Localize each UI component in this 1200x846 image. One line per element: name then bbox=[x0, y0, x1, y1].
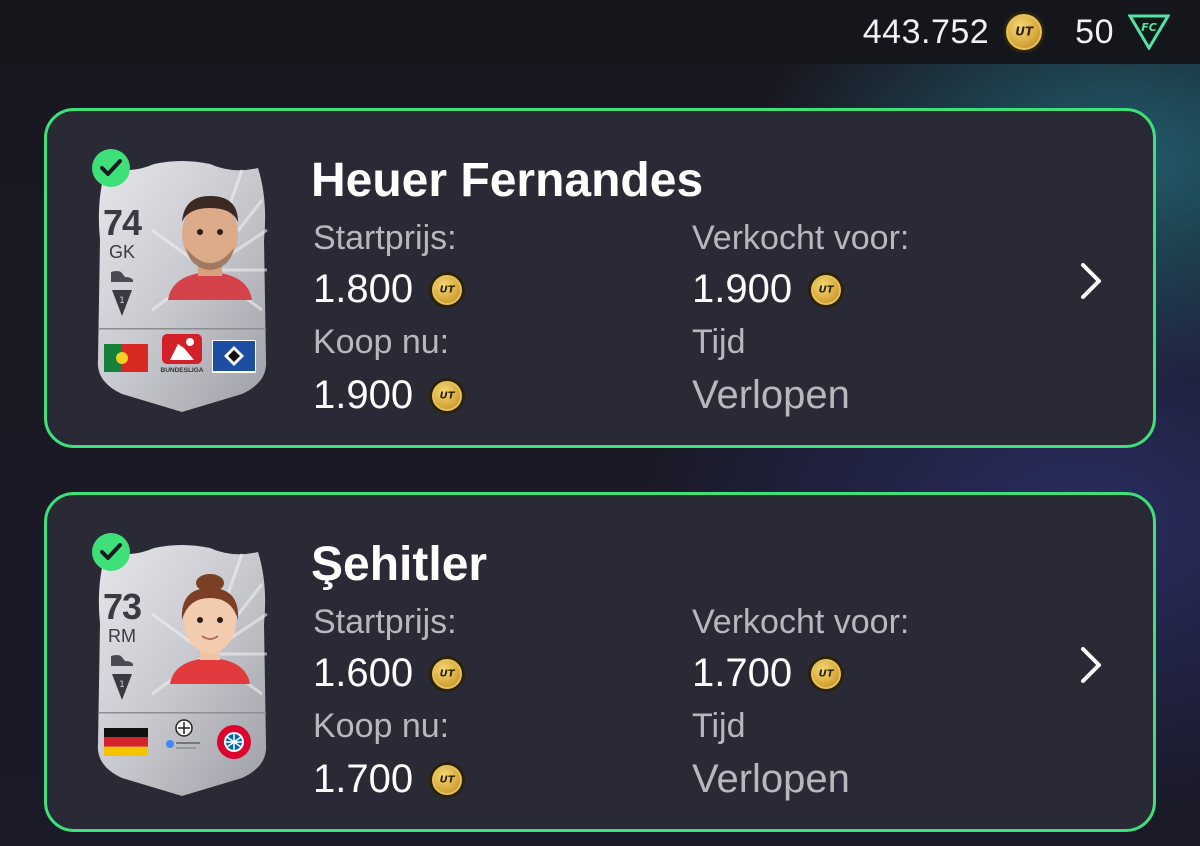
boot-icon bbox=[111, 271, 133, 282]
ut-coin-icon: UT bbox=[808, 655, 845, 692]
buy-now-label: Koop nu: bbox=[313, 323, 450, 361]
player-name: Şehitler bbox=[311, 538, 488, 591]
start-price-value: 1.800 bbox=[313, 267, 414, 311]
player-photo bbox=[170, 574, 250, 684]
player-photo bbox=[168, 196, 252, 300]
start-price: 1.800 UT bbox=[313, 267, 466, 312]
buy-now-label: Koop nu: bbox=[313, 707, 450, 745]
bundesliga-logo-icon: BUNDESLIGA bbox=[161, 334, 204, 374]
ut-coin-icon: UT bbox=[429, 271, 466, 308]
player-name: Heuer Fernandes bbox=[311, 154, 704, 207]
chevron-right-icon[interactable] bbox=[1077, 261, 1105, 301]
bayern-munich-club-icon bbox=[217, 725, 251, 759]
top-bar: 443.752 UT 50 FC bbox=[0, 0, 1200, 64]
ut-coin-icon: UT bbox=[808, 271, 845, 308]
player-rating: 74 bbox=[102, 202, 142, 243]
flag-portugal-icon bbox=[104, 344, 148, 372]
svg-text:BUNDESLIGA: BUNDESLIGA bbox=[161, 367, 204, 374]
points-balance: 50 bbox=[1075, 12, 1114, 51]
sold-for-price: 1.700 UT bbox=[692, 651, 845, 696]
time-status: Verlopen bbox=[692, 757, 850, 801]
player-position: RM bbox=[108, 626, 136, 646]
transfer-listing[interactable]: 73 RM 1 Şehitler Startprijs: 1.600 UT Ko… bbox=[44, 492, 1156, 832]
time-label: Tijd bbox=[692, 323, 746, 361]
sold-for-label: Verkocht voor: bbox=[692, 603, 910, 641]
start-price: 1.600 UT bbox=[313, 651, 466, 696]
player-position: GK bbox=[108, 242, 135, 262]
time-status: Verlopen bbox=[692, 373, 850, 417]
ut-coin-icon: UT bbox=[1003, 11, 1046, 53]
buy-now-value: 1.700 bbox=[313, 757, 414, 801]
chevron-right-icon[interactable] bbox=[1077, 645, 1105, 685]
chemistry-style-icon: 1 bbox=[112, 290, 132, 316]
start-price-value: 1.600 bbox=[313, 651, 414, 695]
sold-for-value: 1.700 bbox=[692, 651, 793, 695]
fc-points-icon: FC bbox=[1128, 14, 1170, 50]
player-item-card[interactable]: 74 GK 1 BUNDESLIGA bbox=[92, 149, 272, 412]
ut-coin-icon: UT bbox=[429, 655, 466, 692]
flag-germany-icon bbox=[104, 728, 148, 756]
buy-now-value: 1.900 bbox=[313, 373, 414, 417]
svg-text:FC: FC bbox=[1141, 21, 1157, 34]
time-label: Tijd bbox=[692, 707, 746, 745]
sold-for-label: Verkocht voor: bbox=[692, 219, 910, 257]
buy-now-price: 1.700 UT bbox=[313, 757, 466, 802]
ut-coin-icon: UT bbox=[429, 761, 466, 798]
ut-coin-icon: UT bbox=[429, 377, 466, 414]
svg-text:1: 1 bbox=[119, 680, 125, 690]
chemistry-style-icon: 1 bbox=[112, 674, 132, 700]
frauen-bundesliga-logo-icon bbox=[166, 719, 200, 749]
sold-check-icon bbox=[92, 533, 130, 571]
start-price-label: Startprijs: bbox=[313, 603, 457, 641]
coin-balance: 443.752 bbox=[862, 12, 990, 51]
player-item-card[interactable]: 73 RM 1 bbox=[92, 533, 272, 796]
player-rating: 73 bbox=[102, 586, 142, 627]
svg-text:1: 1 bbox=[119, 296, 125, 306]
buy-now-price: 1.900 UT bbox=[313, 373, 466, 418]
sold-for-value: 1.900 bbox=[692, 267, 793, 311]
sold-check-icon bbox=[92, 149, 130, 187]
badges bbox=[104, 714, 260, 760]
boot-icon bbox=[111, 655, 133, 666]
hamburg-club-icon bbox=[212, 340, 256, 373]
transfer-listing[interactable]: 74 GK 1 BUNDESLIGA Heuer Fernandes Start… bbox=[44, 108, 1156, 448]
start-price-label: Startprijs: bbox=[313, 219, 457, 257]
sold-for-price: 1.900 UT bbox=[692, 267, 845, 312]
badges: BUNDESLIGA bbox=[104, 330, 260, 376]
